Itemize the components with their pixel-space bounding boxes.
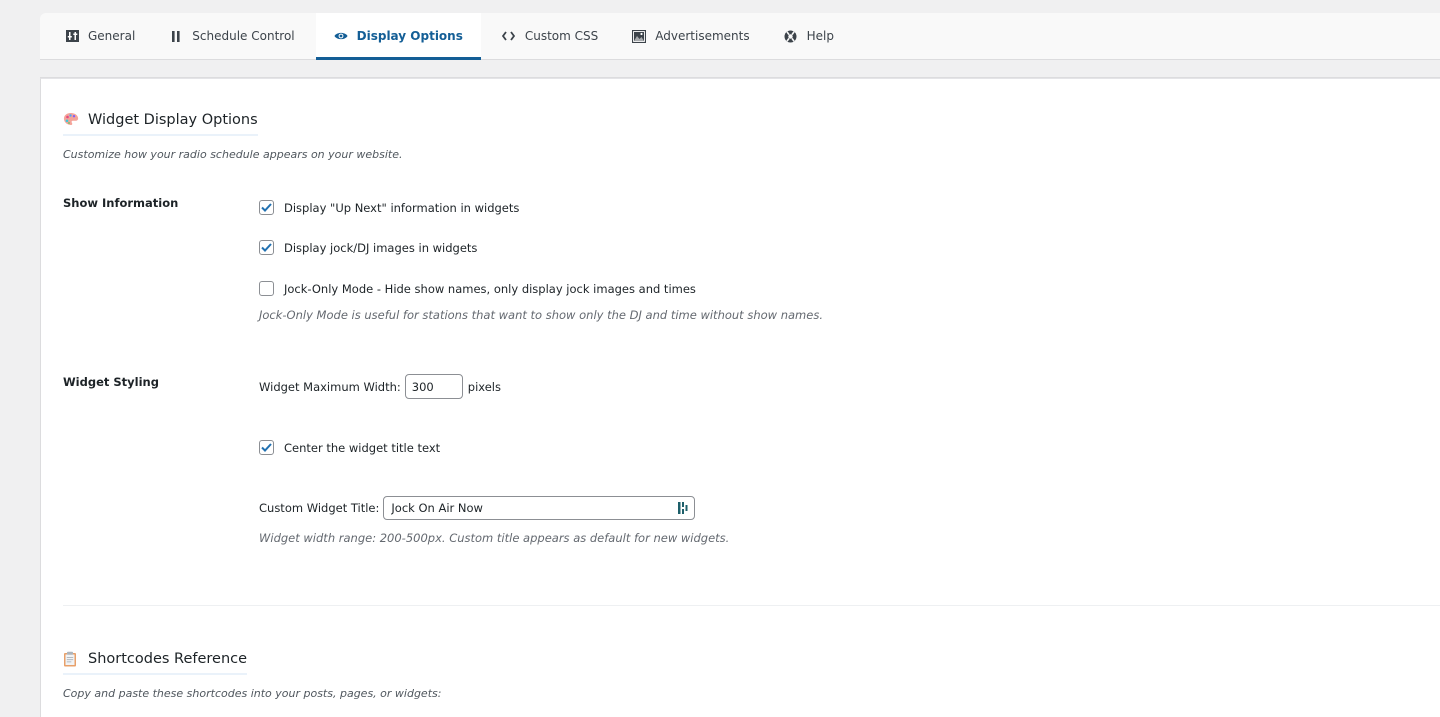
- tab-display-options[interactable]: Display Options: [315, 13, 482, 60]
- tab-advertisements-label: Advertisements: [655, 29, 750, 43]
- max-width-unit: pixels: [467, 379, 501, 394]
- widget-display-options-heading: Widget Display Options: [63, 112, 258, 136]
- section-divider: [63, 605, 1440, 606]
- palette-icon: [63, 112, 79, 128]
- up-next-option: Display "Up Next" information in widgets: [259, 200, 519, 215]
- widget-styling-help: Widget width range: 200-500px. Custom ti…: [259, 531, 730, 545]
- pause-icon: [169, 29, 183, 43]
- clipboard-icon: [63, 651, 79, 667]
- up-next-label[interactable]: Display "Up Next" information in widgets: [284, 201, 519, 215]
- center-title-option: Center the widget title text: [259, 440, 440, 455]
- up-next-checkbox[interactable]: [259, 200, 274, 215]
- tab-general[interactable]: General: [52, 13, 156, 59]
- max-width-input[interactable]: [404, 374, 463, 399]
- settings-panel: Widget Display Options Customize how you…: [40, 78, 1440, 717]
- settings-tabs: General Schedule Control Display Options…: [40, 13, 1440, 60]
- custom-title-input[interactable]: [383, 496, 696, 520]
- custom-title-input-wrap: [383, 496, 696, 520]
- tab-custom-css-label: Custom CSS: [524, 29, 599, 43]
- shortcodes-reference-heading: Shortcodes Reference: [63, 651, 248, 675]
- sliders-icon: [65, 29, 79, 43]
- tab-help[interactable]: Help: [771, 13, 855, 59]
- jock-only-mode-option: Jock-Only Mode - Hide show names, only d…: [259, 281, 696, 296]
- shortcodes-reference-description: Copy and paste these shortcodes into you…: [63, 687, 442, 700]
- shortcodes-reference-title: Shortcodes Reference: [88, 651, 248, 667]
- max-width-label: Widget Maximum Width:: [259, 379, 401, 394]
- tab-schedule-control[interactable]: Schedule Control: [156, 13, 315, 59]
- tab-schedule-control-label: Schedule Control: [192, 29, 295, 43]
- password-manager-icon[interactable]: [677, 501, 689, 515]
- jock-only-mode-help: Jock-Only Mode is useful for stations th…: [259, 308, 823, 322]
- image-icon: [632, 29, 647, 43]
- jock-images-label[interactable]: Display jock/DJ images in widgets: [284, 241, 477, 255]
- widget-display-options-description: Customize how your radio schedule appear…: [63, 148, 403, 161]
- tab-help-label: Help: [806, 29, 834, 43]
- custom-title-field: Custom Widget Title:: [259, 496, 696, 520]
- eye-icon: [334, 29, 348, 43]
- center-title-label[interactable]: Center the widget title text: [284, 441, 440, 455]
- jock-images-checkbox[interactable]: [259, 240, 274, 255]
- widget-styling-label: Widget Styling: [63, 375, 159, 389]
- code-icon: [502, 29, 516, 43]
- tab-custom-css[interactable]: Custom CSS: [489, 13, 619, 59]
- show-information-label: Show Information: [63, 196, 179, 210]
- widget-display-options-title: Widget Display Options: [88, 112, 258, 128]
- lifebuoy-icon: [784, 29, 798, 43]
- center-title-checkbox[interactable]: [259, 440, 274, 455]
- tab-display-options-label: Display Options: [356, 29, 463, 43]
- jock-only-mode-checkbox[interactable]: [259, 281, 274, 296]
- max-width-field: Widget Maximum Width: pixels: [259, 374, 501, 399]
- jock-images-option: Display jock/DJ images in widgets: [259, 240, 477, 255]
- custom-title-label: Custom Widget Title:: [259, 501, 380, 515]
- jock-only-mode-label[interactable]: Jock-Only Mode - Hide show names, only d…: [284, 282, 696, 296]
- tab-advertisements[interactable]: Advertisements: [619, 13, 770, 59]
- tabs-underbar: [40, 60, 1440, 78]
- tab-general-label: General: [88, 29, 136, 43]
